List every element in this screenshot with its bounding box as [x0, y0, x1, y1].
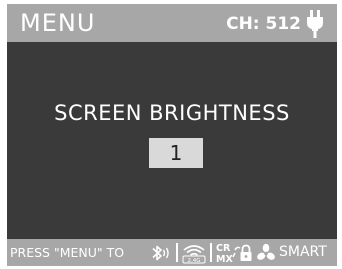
footer-status-bar: PRESS "MENU" TO 2.4G CR MX SMART: [7, 239, 337, 266]
channel-readout: CH: 512: [226, 14, 301, 34]
status-separator: [176, 243, 178, 262]
setting-label: SCREEN BRIGHTNESS: [54, 101, 290, 125]
header-bar: MENU CH: 512: [7, 4, 337, 42]
main-area: SCREEN BRIGHTNESS 1: [7, 42, 337, 239]
menu-title: MENU: [20, 9, 96, 37]
crmx-top-label: CR: [216, 243, 231, 254]
wireless-badge-label: 2.4G: [187, 258, 200, 264]
wireless-2.4g-icon: 2.4G: [182, 245, 206, 264]
plug-icon: [307, 10, 323, 38]
status-separator: [210, 243, 212, 262]
brightness-value[interactable]: 1: [149, 138, 203, 168]
bluetooth-icon: [152, 245, 169, 261]
fan-mode-label: SMART: [279, 244, 327, 260]
fan-icon: [257, 243, 275, 260]
lock-icon: [240, 244, 252, 261]
crmx-bottom-label: MX: [216, 254, 233, 265]
footer-hint: PRESS "MENU" TO: [10, 245, 125, 260]
device-screen: MENU CH: 512 SCREEN BRIGHTNESS 1 PRESS "…: [7, 4, 337, 266]
